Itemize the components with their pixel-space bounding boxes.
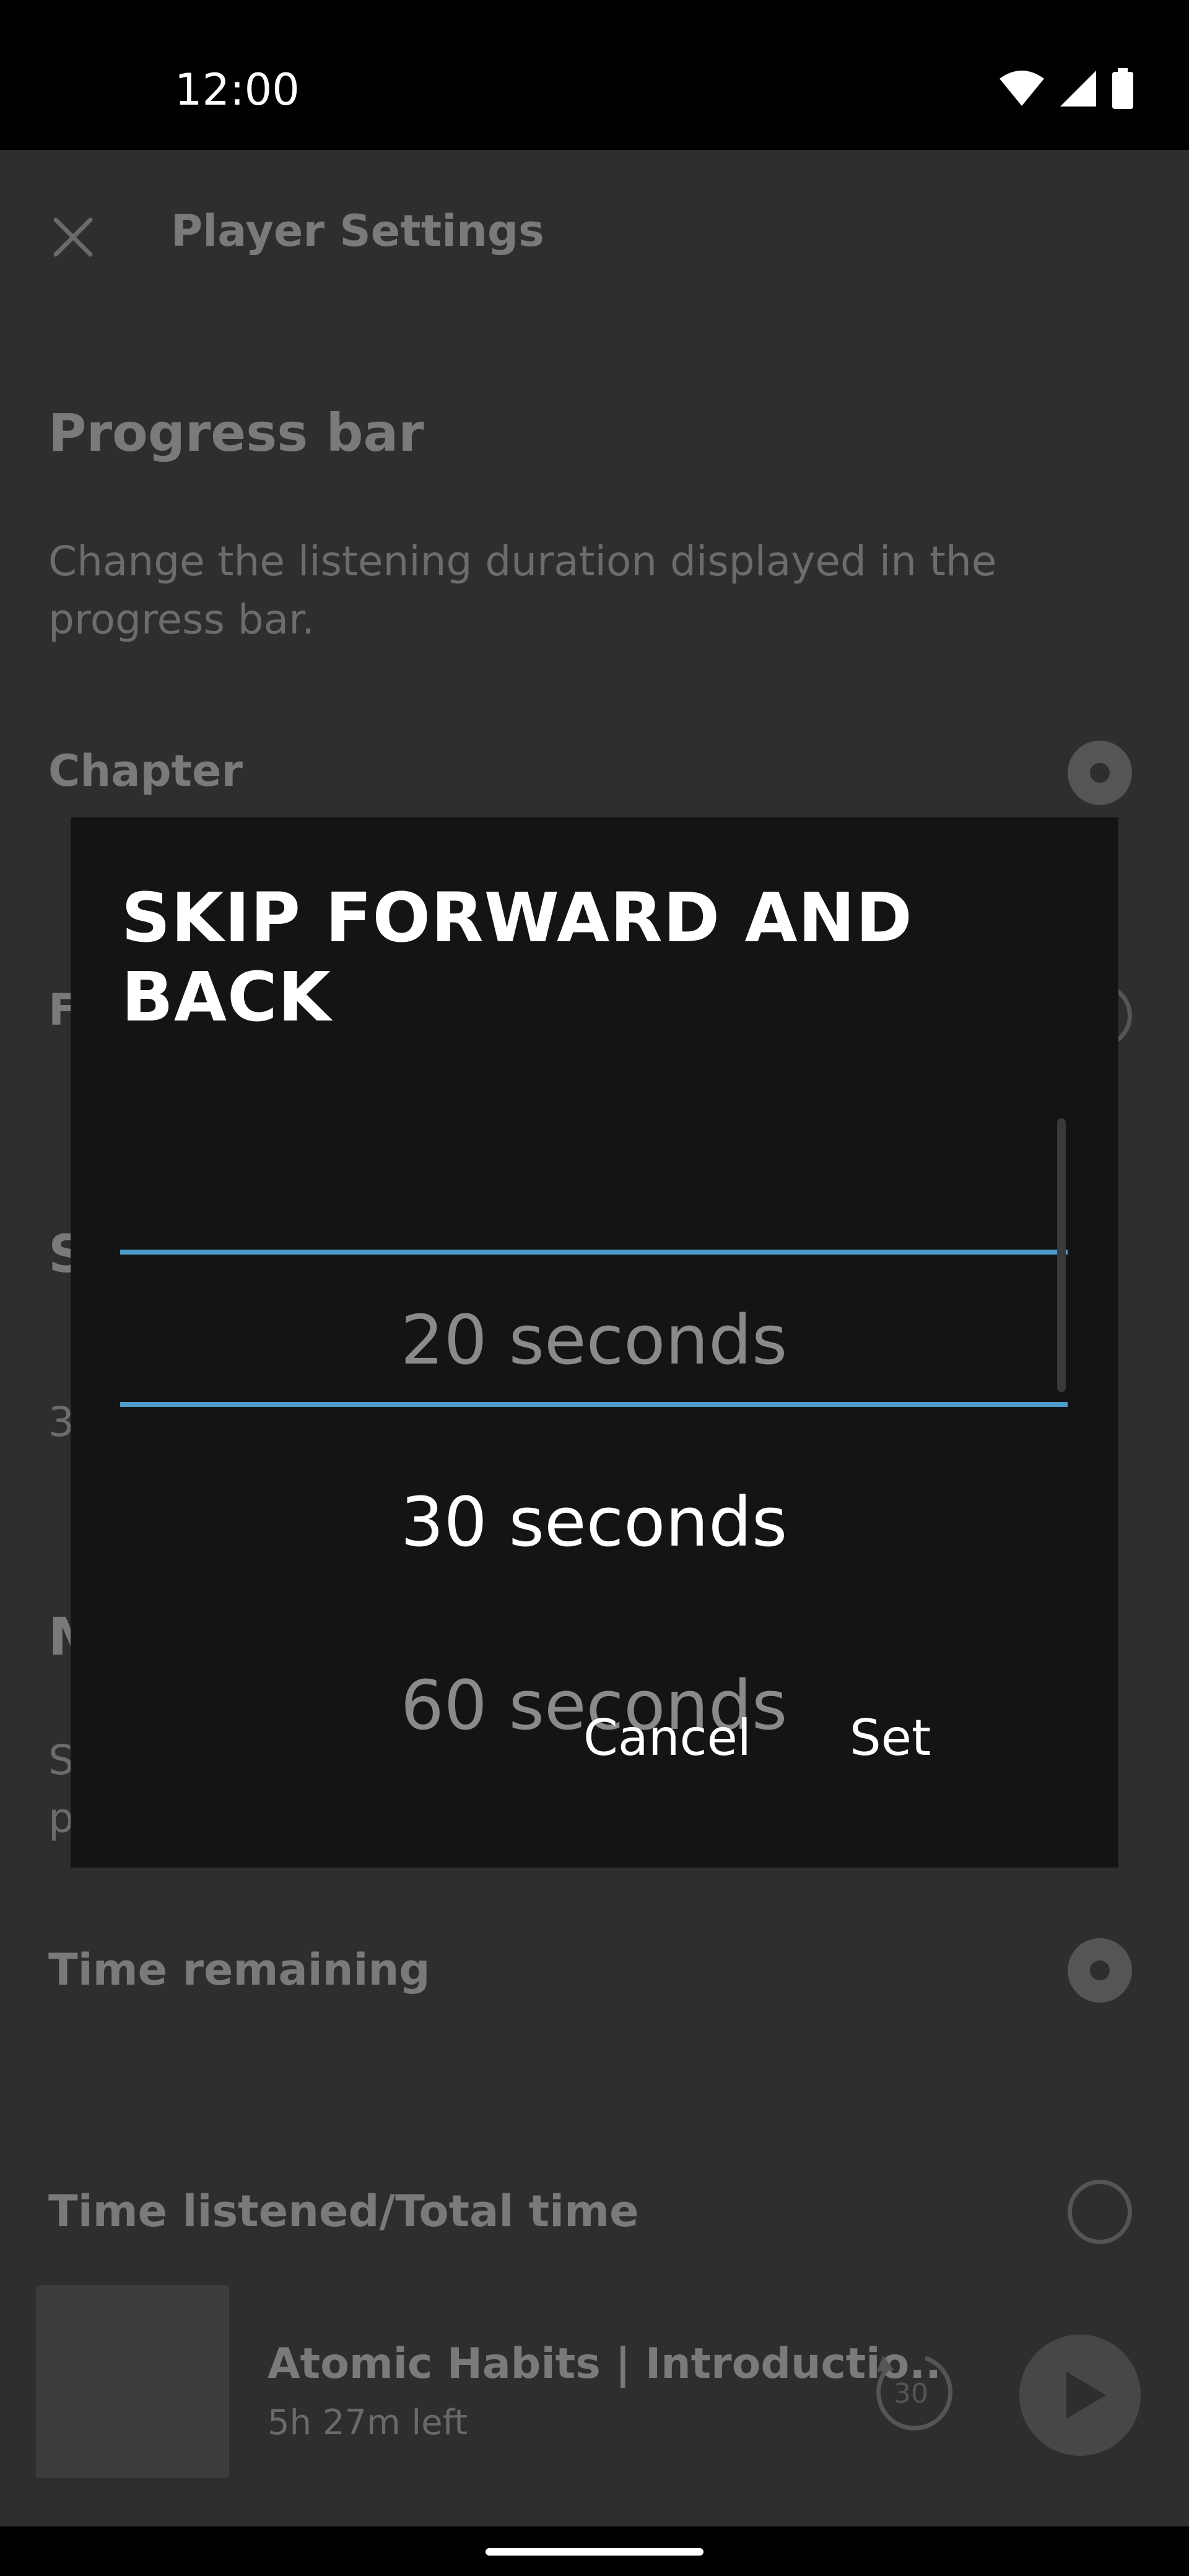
status-bar: 12:00 xyxy=(0,0,1189,150)
skip-dialog: SKIP FORWARD AND BACK 20 seconds 30 seco… xyxy=(71,817,1118,1868)
book-cover-image[interactable] xyxy=(36,2285,229,2478)
progress-bar-description: Change the listening duration displayed … xyxy=(48,537,997,643)
mini-player-title[interactable]: Atomic Habits | Introductio.. xyxy=(268,2339,941,2388)
progress-bar-heading: Progress bar xyxy=(48,402,424,463)
picker-option-selected[interactable]: 30 seconds xyxy=(120,1482,1068,1562)
mini-player-time-left: 5h 27m left xyxy=(268,2403,468,2443)
status-time: 12:00 xyxy=(175,64,300,115)
option-time-remaining-label[interactable]: Time remaining xyxy=(48,1944,430,1995)
signal-icon xyxy=(1060,71,1096,107)
picker-option-prev[interactable]: 20 seconds xyxy=(120,1300,1068,1380)
battery-icon xyxy=(1112,68,1133,109)
time-remaining-radio[interactable] xyxy=(1068,1938,1132,2003)
option-chapter-label[interactable]: Chapter xyxy=(48,746,243,796)
picker-selection-line-bottom xyxy=(120,1402,1068,1407)
picker-scrollbar[interactable] xyxy=(1057,1118,1066,1392)
chapter-radio[interactable] xyxy=(1068,741,1132,805)
wifi-icon xyxy=(1000,71,1044,106)
play-button[interactable] xyxy=(1019,2334,1141,2456)
close-icon[interactable] xyxy=(50,214,97,261)
dialog-title: SKIP FORWARD AND BACK xyxy=(121,878,913,1037)
home-handle[interactable] xyxy=(486,2548,703,2556)
page-title: Player Settings xyxy=(171,206,544,256)
option-time-listened-label[interactable]: Time listened/Total time xyxy=(48,2186,639,2237)
skip-back-value: 30 xyxy=(894,2378,928,2409)
time-listened-radio[interactable] xyxy=(1068,2180,1132,2244)
status-icons xyxy=(998,68,1135,109)
picker-selection-line-top xyxy=(120,1250,1068,1255)
play-icon xyxy=(1066,2372,1106,2419)
skip-back-icon[interactable]: 30 xyxy=(866,2347,956,2437)
set-button[interactable]: Set xyxy=(850,1709,931,1767)
cancel-button[interactable]: Cancel xyxy=(583,1709,751,1767)
